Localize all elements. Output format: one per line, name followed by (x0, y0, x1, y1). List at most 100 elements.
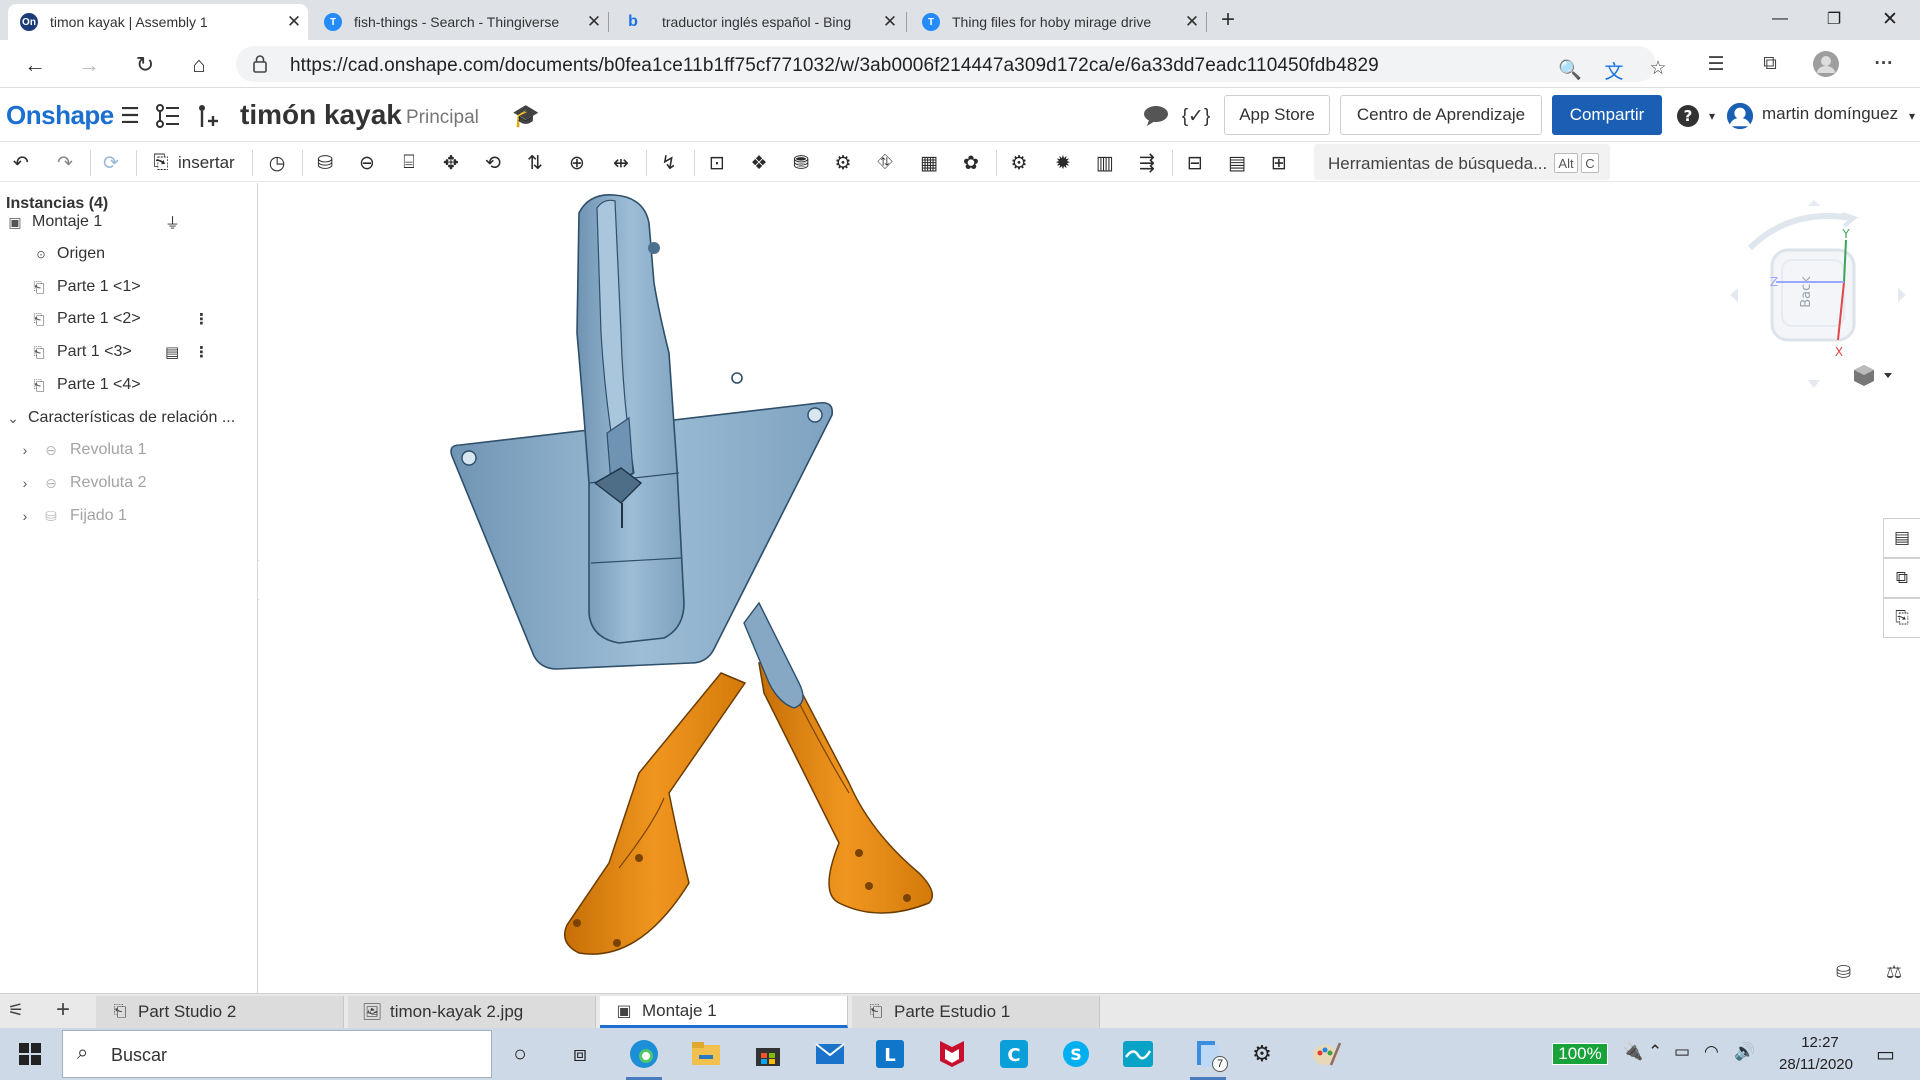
tree-item-mate[interactable]: › ⛁ Fijado 1 (0, 503, 256, 529)
notifications-icon[interactable]: ▭ (1876, 1042, 1895, 1067)
view-options-icon[interactable]: ⛁ (1836, 962, 1851, 983)
bom-icon[interactable]: ▤ (1222, 150, 1252, 176)
search-tools-field[interactable]: Herramientas de búsqueda... Alt C (1314, 144, 1610, 180)
tree-item-part[interactable]: ⎗ Parte 1 <2> ⋮ (0, 306, 256, 332)
instances-panel-icon[interactable]: ⎘ (1883, 598, 1920, 638)
plug-icon[interactable]: 🔌 (1622, 1042, 1643, 1062)
tree-item-mate-features[interactable]: ⌄ Características de relación ... (0, 405, 256, 431)
relation-icon[interactable]: ⛃ (786, 150, 816, 176)
tab-manager-icon[interactable]: ⚟ (8, 1000, 24, 1021)
close-icon[interactable]: ✕ (280, 12, 308, 32)
browser-tab-bing[interactable]: b traductor inglés español - Bing ✕ (612, 4, 904, 40)
hatch-icon[interactable]: ▤ (165, 343, 179, 361)
gear-relation-icon[interactable]: ⚙ (828, 150, 858, 176)
mate-connector-icon[interactable]: ⊡ (702, 150, 732, 176)
hamburger-menu-icon[interactable]: ☰ (116, 102, 144, 130)
undo-icon[interactable]: ↶ (6, 150, 36, 176)
battery-percentage[interactable]: 100% (1552, 1043, 1608, 1065)
tree-item-part[interactable]: ⎗ Parte 1 <4> (0, 372, 256, 398)
cylindrical-mate-icon[interactable]: ⟲ (478, 150, 508, 176)
tree-item-assembly[interactable]: ▣ Montaje 1 ⏚ (0, 209, 256, 235)
parallel-mate-icon[interactable]: ⇹ (606, 150, 636, 176)
user-name[interactable]: martin domínguez (1762, 104, 1898, 124)
named-positions-icon[interactable]: ⇶ (1132, 150, 1162, 176)
view-cube[interactable]: Back Y X Z (1730, 200, 1910, 400)
favorites-bar-icon[interactable]: ☰ (1702, 50, 1730, 78)
part-options-icon[interactable]: ⋮ (194, 343, 209, 361)
reload-icon[interactable]: ↻ (128, 48, 162, 82)
insert-button[interactable]: insertar (178, 153, 235, 173)
app-l-icon[interactable]: L (870, 1034, 910, 1074)
mass-properties-icon[interactable]: ⚖ (1886, 962, 1902, 983)
tree-item-part[interactable]: ⎗ Parte 1 <1> (0, 274, 256, 300)
tree-item-origin[interactable]: ⊙ Origen (0, 241, 256, 267)
measure-icon[interactable]: ⊟ (1180, 150, 1210, 176)
chevron-right-icon[interactable]: › (16, 474, 34, 492)
clock-date[interactable]: 28/11/2020 (1770, 1056, 1862, 1073)
slider-mate-icon[interactable]: ⌸ (394, 150, 424, 176)
learning-cap-icon[interactable]: 🎓 (512, 102, 540, 130)
tab-parte-estudio-1[interactable]: ⎗ Parte Estudio 1 (852, 996, 1100, 1028)
version-graph-icon[interactable] (154, 102, 182, 130)
tab-montaje-1[interactable]: ▣ Montaje 1 (600, 996, 848, 1028)
forward-arrow-icon[interactable]: → (72, 48, 106, 82)
insert-icon[interactable]: ⎘ (146, 150, 176, 176)
new-tab-plus-icon[interactable]: + (1212, 6, 1244, 36)
tree-item-mate[interactable]: › ⊖ Revoluta 2 (0, 470, 256, 496)
minimize-icon[interactable]: — (1752, 0, 1808, 38)
wifi-icon[interactable]: ◠ (1704, 1042, 1719, 1062)
branch-add-icon[interactable] (194, 102, 222, 130)
zoom-key-icon[interactable]: 🔍 (1556, 56, 1584, 84)
planar-mate-icon[interactable]: ✥ (436, 150, 466, 176)
share-button[interactable]: Compartir (1552, 95, 1662, 135)
volume-icon[interactable]: 🔊 (1734, 1042, 1755, 1062)
tree-item-mate[interactable]: › ⊖ Revoluta 1 (0, 437, 256, 463)
app-store-button[interactable]: App Store (1224, 95, 1330, 135)
profile-avatar[interactable] (1812, 50, 1840, 78)
rudder-assembly-model[interactable] (259, 183, 1920, 993)
mcafee-icon[interactable] (932, 1034, 972, 1074)
tab-part-studio-2[interactable]: ⎗ Part Studio 2 (96, 996, 344, 1028)
window-close-icon[interactable]: ✕ (1862, 0, 1918, 38)
document-title[interactable]: timón kayak (240, 99, 402, 131)
battery-icon[interactable]: ▭ (1674, 1042, 1690, 1062)
favorite-star-icon[interactable]: ☆ (1644, 54, 1672, 82)
tangent-mate-icon[interactable]: ↯ (654, 150, 684, 176)
revolute-mate-icon[interactable]: ⊖ (352, 150, 382, 176)
cortana-icon[interactable]: ○ (500, 1034, 540, 1074)
app-c-icon[interactable]: C (994, 1034, 1034, 1074)
browser-tab-onshape[interactable]: On timon kayak | Assembly 1 ✕ (8, 4, 308, 40)
notepad-icon[interactable]: 7 (1188, 1034, 1228, 1080)
redo-icon[interactable]: ↷ (50, 150, 80, 176)
regenerate-icon[interactable]: ⟳ (96, 150, 126, 176)
paint-icon[interactable] (1306, 1034, 1346, 1074)
tree-item-part[interactable]: ⎗ Part 1 <3> ▤ ⋮ (0, 339, 256, 365)
part-options-icon[interactable]: ⋮ (194, 310, 209, 328)
more-menu-icon[interactable]: ··· (1870, 50, 1898, 78)
home-icon[interactable]: ⌂ (182, 48, 216, 82)
pedal-left[interactable] (564, 672, 747, 955)
learning-center-button[interactable]: Centro de Aprendizaje (1340, 95, 1542, 135)
store-icon[interactable] (748, 1034, 788, 1074)
ball-mate-icon[interactable]: ⊕ (562, 150, 592, 176)
taskbar-search-input[interactable]: ⌕ Buscar (62, 1030, 492, 1078)
back-arrow-icon[interactable]: ← (18, 48, 52, 82)
comments-icon[interactable] (1142, 102, 1170, 130)
section-view-icon[interactable]: ▥ (1090, 150, 1120, 176)
fastened-mate-icon[interactable]: ⛁ (310, 150, 340, 176)
settings-gear-icon[interactable]: ⚙ (1242, 1034, 1282, 1074)
chevron-down-icon[interactable]: ▾ (1698, 102, 1726, 130)
chevron-right-icon[interactable]: › (16, 441, 34, 459)
explode-icon[interactable]: ✹ (1048, 150, 1078, 176)
history-icon[interactable]: ◷ (262, 150, 292, 176)
configurations-panel-icon[interactable]: ⧉ (1883, 558, 1920, 598)
close-icon[interactable]: ✕ (580, 12, 608, 32)
windows-start-icon[interactable] (0, 1028, 60, 1080)
group-icon[interactable]: ❖ (744, 150, 774, 176)
restore-icon[interactable]: ❐ (1806, 0, 1862, 38)
browser-tab-thing-files[interactable]: T Thing files for hoby mirage drive ✕ (910, 4, 1206, 40)
close-icon[interactable]: ✕ (876, 12, 904, 32)
rack-pinion-icon[interactable]: ⛗ (870, 150, 900, 176)
replicate-icon[interactable]: ⚙ (1004, 150, 1034, 176)
skype-icon[interactable]: S (1056, 1034, 1096, 1074)
